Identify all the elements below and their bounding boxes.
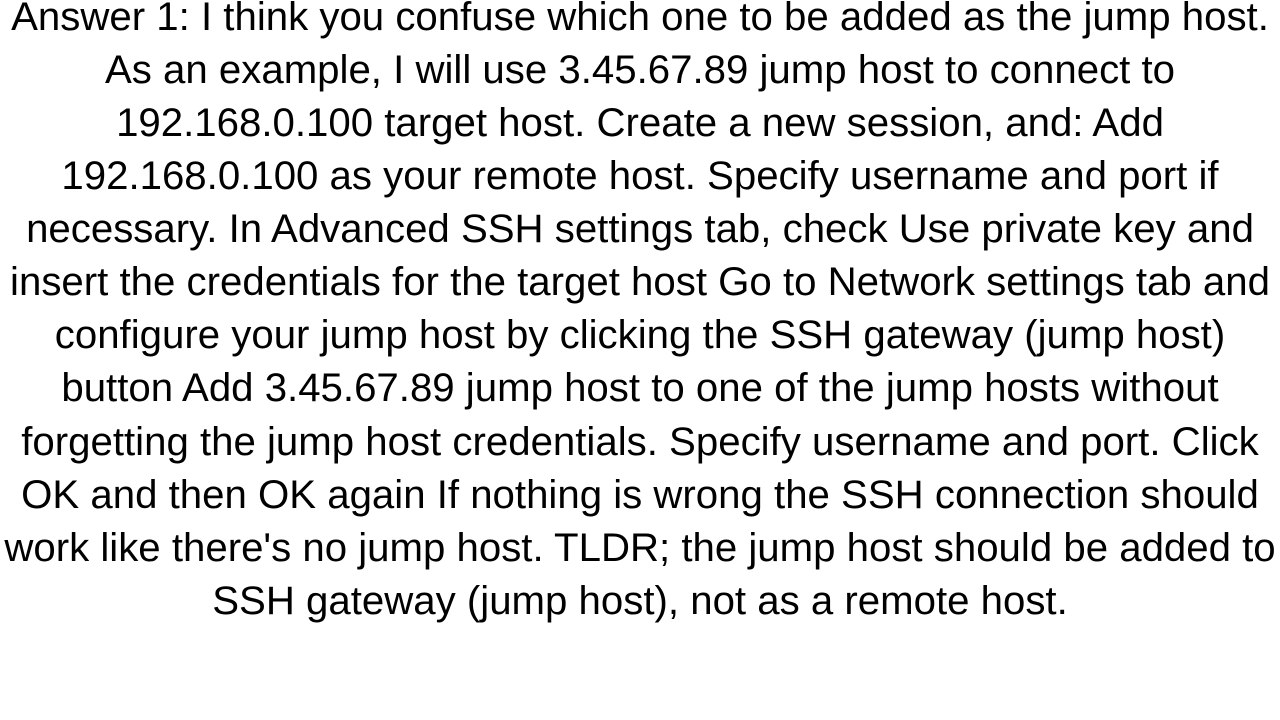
page-container: Answer 1: I think you confuse which one … [0, 0, 1280, 720]
answer-body-text: Answer 1: I think you confuse which one … [0, 0, 1280, 627]
